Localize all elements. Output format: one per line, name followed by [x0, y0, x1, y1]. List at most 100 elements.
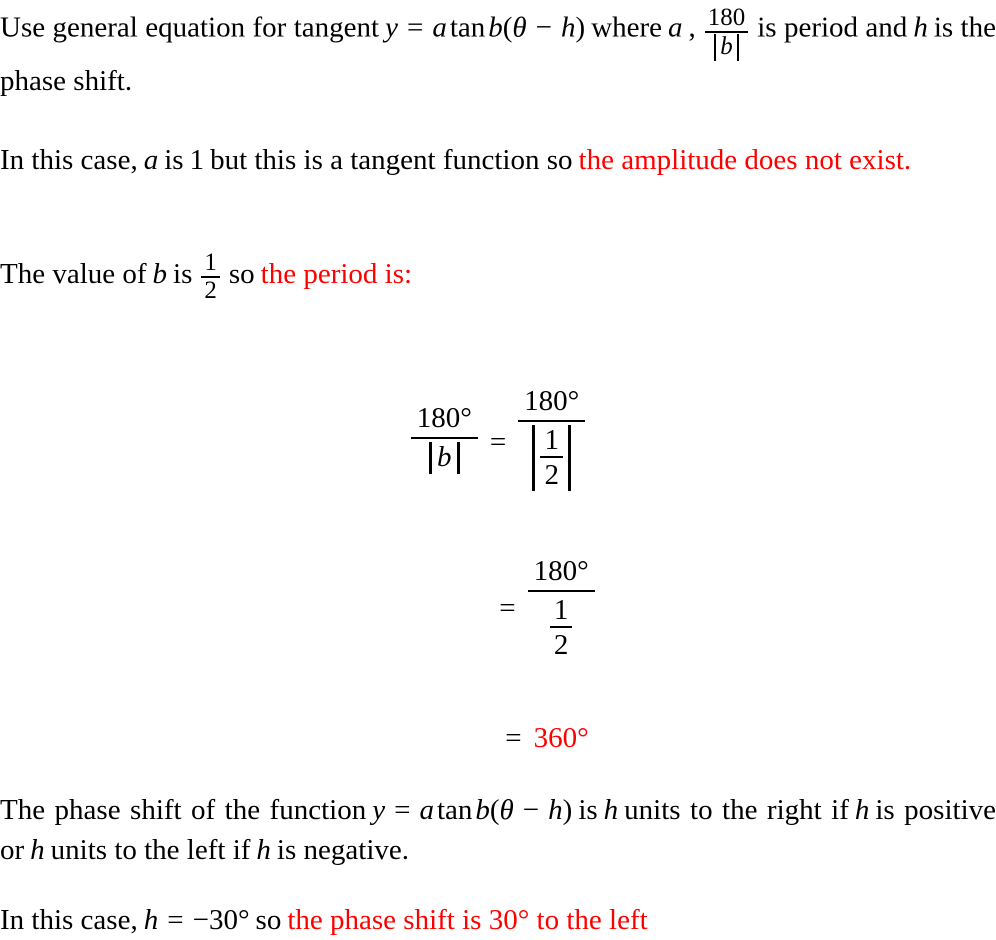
p4-eq-a: a [419, 794, 434, 826]
p5-so-text: so [255, 904, 282, 936]
p1-eq-equals: = [406, 11, 424, 44]
p3-value-b-numerator: 1 [201, 249, 220, 279]
p2-highlight-amplitude: the amplitude does not exist. [578, 144, 912, 176]
paragraph-general-equation: Use general equation for tangent y = a tan b(… [0, 4, 996, 101]
p5-eq-minus: − [192, 904, 209, 936]
eq2-half-denominator: 2 [553, 629, 569, 662]
p1-eq-minus: − [535, 11, 553, 44]
eq1-abs-b: b [424, 440, 465, 474]
eq1-right-denominator: 12 [521, 422, 582, 499]
p4-var-h-4: h [256, 834, 271, 866]
p4-eq-close-paren: ) [562, 794, 573, 826]
paragraph-1-text: Use general equation for tangent y = a tan b(… [0, 4, 996, 101]
eq2-half-numerator: 1 [553, 593, 569, 626]
p5-eq-equals: = [167, 904, 184, 936]
eq1-abs-b-value: b [437, 440, 452, 473]
eq1-left-numerator: 180° [416, 401, 472, 434]
p4-eq-y: y [372, 794, 386, 826]
p4-eq-equals: = [394, 794, 411, 826]
p3-is-text: is [173, 258, 193, 291]
eq2-denominator: 12 [544, 592, 579, 661]
eq1-half-numerator: 1 [544, 423, 559, 456]
p4-eq-theta: θ [499, 794, 514, 826]
p2-intro-text: In this case, [0, 144, 138, 176]
p1-eq-h: h [561, 11, 576, 44]
abs-bar-right [456, 441, 460, 474]
eq1-half-denominator: 2 [544, 459, 559, 492]
p2-tangent-text: but this is a tangent function so [210, 144, 573, 176]
p3-so-text: so [228, 258, 255, 291]
paragraph-amplitude: In this case, a is 1 but this is a tangent f… [0, 140, 996, 180]
p4-negative-text: is negative. [276, 834, 409, 866]
abs-bar-right [736, 34, 739, 61]
p1-eq-tan: tan [449, 11, 486, 44]
p4-eq-open-paren: ( [489, 794, 500, 826]
equation-line-2-row: = 180° 12 [0, 555, 996, 661]
p4-eq-b: b [475, 794, 490, 826]
paragraph-phase-shift-definition: The phase shift of the function y = a tan b(θ… [0, 790, 996, 870]
p4-intro-text: The phase shift of the function [0, 794, 367, 826]
eq1-abs-half: 12 [527, 423, 576, 492]
abs-bar-left [532, 424, 536, 491]
eq1-operator: = [489, 425, 507, 458]
p4-right-text: units to the right if [624, 794, 849, 826]
eq1-right-numerator: 180° [524, 385, 580, 417]
p1-var-a: a [668, 11, 683, 44]
p2-value-a: 1 [189, 144, 205, 176]
abs-bar-left [429, 441, 432, 474]
p4-eq-h: h [548, 794, 563, 826]
paragraph-2-text: In this case, a is 1 but this is a tangent f… [0, 140, 996, 180]
equation-line-3: = 360° [0, 722, 996, 755]
p5-eq-h: h [143, 904, 159, 936]
eq2-half-fraction: 12 [549, 593, 573, 662]
eq3-operator: = [505, 722, 522, 754]
paragraph-4-text: The phase shift of the function y = a tan b(θ… [0, 790, 996, 870]
eq2-fraction: 180° 12 [527, 555, 595, 661]
equation-line-1: 180° b = 180° 12 [0, 385, 996, 499]
p4-left-text: units to the left if [50, 834, 251, 866]
eq1-left-denominator: b [418, 439, 471, 482]
p5-intro-text: In this case, [0, 904, 138, 936]
p5-highlight-phase-shift: the phase shift is 30° to the left [287, 904, 648, 936]
abs-bar-right [567, 424, 571, 491]
p1-period-fraction: 180 b [704, 4, 749, 61]
p3-highlight-period: the period is: [260, 258, 413, 291]
eq1-left-fraction: 180° b [410, 401, 478, 482]
p1-eq-b: b [488, 11, 503, 44]
p3-intro-text: The value of [0, 258, 147, 291]
p1-period-denominator: b [705, 33, 748, 61]
eq1-half-fraction: 12 [540, 423, 563, 492]
p1-abs-b: b [710, 34, 742, 61]
eq3-result: 360° [533, 722, 589, 754]
p1-comma: , [688, 11, 696, 44]
p1-var-h: h [913, 11, 928, 44]
p1-eq-open-paren: ( [502, 11, 513, 44]
eq2-operator: = [499, 591, 516, 624]
p4-var-h-1: h [603, 794, 619, 826]
p3-value-b-fraction: 12 [201, 249, 220, 305]
paragraph-5-text: In this case, h = −30° so the phase shift is … [0, 900, 996, 940]
p1-eq-theta: θ [512, 11, 527, 44]
paragraph-phase-shift-answer: In this case, h = −30° so the phase shift is … [0, 900, 996, 940]
equation-line-1-row: 180° b = 180° 12 [0, 385, 996, 499]
document-page: Use general equation for tangent y = a tan b(… [0, 0, 996, 936]
p1-eq-close-paren: ) [575, 11, 586, 44]
equation-line-3-row: = 360° [0, 722, 996, 755]
paragraph-3-text: The value of b is 1 2 so the period is: [0, 249, 996, 305]
p2-is-text: is [164, 144, 184, 176]
p3-value-b-denominator: 2 [204, 277, 217, 305]
paragraph-value-of-b: The value of b is 1 2 so the period is: [0, 249, 996, 305]
p1-intro-text: Use general equation for tangent [0, 11, 380, 44]
eq2-numerator: 180° [533, 555, 589, 587]
p5-eq-value: 30° [208, 904, 250, 936]
p1-eq-y: y [385, 11, 398, 44]
p4-eq-minus: − [522, 794, 540, 826]
p4-is-text: is [578, 794, 598, 826]
p4-var-h-3: h [30, 834, 45, 866]
p1-period-numerator: 180 [704, 4, 749, 34]
equation-line-2: = 180° 12 [0, 555, 996, 661]
p4-eq-tan: tan [436, 794, 473, 826]
eq1-right-fraction: 180° 12 [518, 385, 586, 499]
p3-var-b: b [152, 258, 168, 291]
p1-is-period-text: is period and [757, 11, 908, 44]
